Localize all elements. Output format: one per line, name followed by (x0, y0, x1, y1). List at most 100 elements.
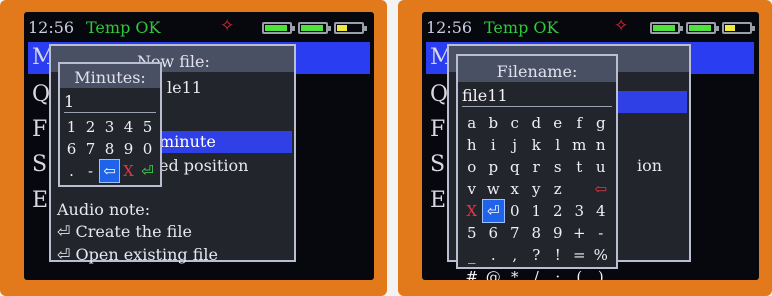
key[interactable]: p (483, 156, 505, 178)
menu-letter[interactable]: F (430, 117, 445, 142)
cancel-key[interactable]: X (461, 200, 483, 222)
filename-input[interactable]: file11 (462, 86, 508, 105)
key[interactable]: 3 (569, 200, 591, 222)
key[interactable]: 5 (461, 222, 483, 244)
menu-letter[interactable]: S (32, 152, 47, 177)
key[interactable]: ) (590, 266, 612, 280)
key[interactable]: j (504, 134, 526, 156)
bluetooth-icon: ✧ (220, 16, 235, 36)
option-position[interactable]: ed position (159, 156, 248, 175)
key[interactable]: . (483, 244, 505, 266)
key[interactable]: z (547, 178, 569, 200)
backspace-icon[interactable]: ⇦ (590, 178, 612, 200)
key[interactable]: m (569, 134, 591, 156)
key[interactable]: g (590, 112, 612, 134)
key[interactable]: 2 (547, 200, 569, 222)
key[interactable]: k (526, 134, 548, 156)
key[interactable]: 4 (590, 200, 612, 222)
key[interactable]: b (483, 112, 505, 134)
key[interactable]: @ (483, 266, 505, 280)
key[interactable]: 3 (100, 116, 119, 138)
key[interactable]: s (547, 156, 569, 178)
battery-icon (334, 22, 367, 34)
menu-letter[interactable]: S (430, 152, 445, 177)
key[interactable]: 5 (138, 116, 157, 138)
menu-letter[interactable]: E (32, 188, 48, 213)
menu-letter[interactable]: Q (32, 82, 50, 107)
filename-value[interactable]: le11 (167, 78, 202, 97)
key[interactable]: ! (547, 244, 569, 266)
key[interactable]: c (504, 112, 526, 134)
key[interactable]: a (461, 112, 483, 134)
key[interactable]: f (569, 112, 591, 134)
menu-letter[interactable]: F (32, 117, 47, 142)
key[interactable]: - (81, 160, 100, 182)
key[interactable]: - (590, 222, 612, 244)
key[interactable]: 8 (526, 222, 548, 244)
key[interactable]: u (590, 156, 612, 178)
key[interactable]: ? (526, 244, 548, 266)
key[interactable]: = (569, 244, 591, 266)
key[interactable]: , (504, 244, 526, 266)
open-file-button[interactable]: ⏎ Open existing file (57, 245, 218, 264)
dialog-title: Minutes: (74, 68, 146, 87)
key[interactable]: o (461, 156, 483, 178)
minutes-keypad: 1 2 3 4 5 6 7 8 9 0 . - ⇦ X ⏎ (62, 116, 158, 183)
filename-dialog: Filename: file11 a b c d e f g h i j k l… (456, 54, 618, 280)
key[interactable]: 1 (526, 200, 548, 222)
key[interactable]: 9 (119, 138, 138, 160)
key[interactable]: ( (569, 266, 591, 280)
key[interactable]: 7 (81, 138, 100, 160)
battery-icon (722, 22, 755, 34)
menu-letter[interactable]: E (430, 188, 446, 213)
key[interactable]: 7 (504, 222, 526, 244)
battery-icon (298, 22, 331, 34)
key[interactable]: . (62, 160, 81, 182)
key[interactable]: + (569, 222, 591, 244)
option-minute[interactable]: minute (159, 131, 292, 153)
key[interactable]: 0 (138, 138, 157, 160)
key[interactable]: r (526, 156, 548, 178)
key (569, 178, 591, 200)
key[interactable]: x (504, 178, 526, 200)
key[interactable]: 6 (483, 222, 505, 244)
key[interactable]: i (483, 134, 505, 156)
key[interactable]: * (504, 266, 526, 280)
key[interactable]: 8 (100, 138, 119, 160)
key[interactable]: y (526, 178, 548, 200)
menu-letter[interactable]: Q (430, 82, 448, 107)
key[interactable]: % (590, 244, 612, 266)
key[interactable]: : (547, 266, 569, 280)
key[interactable]: _ (461, 244, 483, 266)
key[interactable]: 1 (62, 116, 81, 138)
key[interactable]: / (526, 266, 548, 280)
battery-icon (650, 22, 683, 34)
backspace-icon[interactable]: ⇦ (99, 159, 120, 183)
filename-keyboard: a b c d e f g h i j k l m n o p q r s t (461, 112, 613, 280)
enter-icon[interactable]: ⏎ (138, 160, 157, 182)
status-temp: Temp OK (86, 18, 161, 37)
key[interactable]: # (461, 266, 483, 280)
status-time: 12:56 (28, 18, 75, 37)
key[interactable]: l (547, 134, 569, 156)
enter-icon[interactable]: ⏎ (481, 199, 505, 223)
key[interactable]: 2 (81, 116, 100, 138)
cancel-key[interactable]: X (119, 160, 138, 182)
create-file-button[interactable]: ⏎ Create the file (57, 222, 192, 241)
key[interactable]: 9 (547, 222, 569, 244)
key[interactable]: e (547, 112, 569, 134)
key[interactable]: 4 (119, 116, 138, 138)
key[interactable]: h (461, 134, 483, 156)
status-bar: 12:56 Temp OK ✧ (422, 12, 759, 42)
minutes-input[interactable]: 1 (64, 92, 74, 111)
option-position[interactable]: ion (637, 156, 662, 175)
key[interactable]: d (526, 112, 548, 134)
key[interactable]: q (504, 156, 526, 178)
key[interactable]: 0 (504, 200, 526, 222)
key[interactable]: v (461, 178, 483, 200)
key[interactable]: w (483, 178, 505, 200)
status-bar: 12:56 Temp OK ✧ (24, 12, 374, 42)
key[interactable]: 6 (62, 138, 81, 160)
key[interactable]: t (569, 156, 591, 178)
key[interactable]: n (590, 134, 612, 156)
